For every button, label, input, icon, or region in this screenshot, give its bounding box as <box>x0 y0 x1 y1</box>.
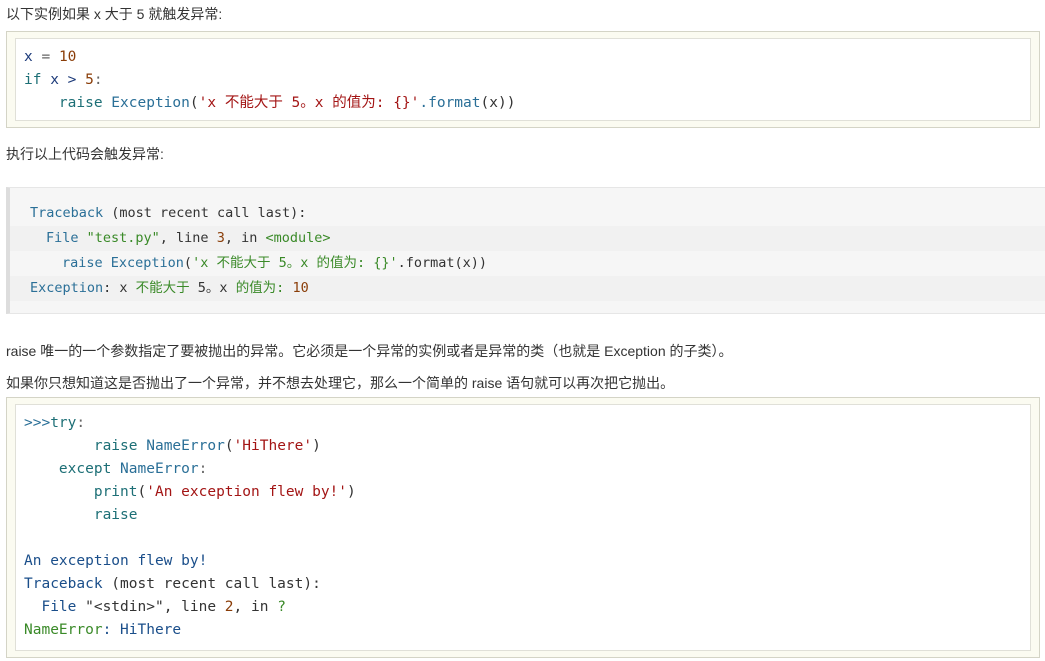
code-line: Traceback (most recent call last): <box>24 576 321 592</box>
traceback-line: Traceback (most recent call last): <box>30 205 307 221</box>
code-line: if x > 5: <box>24 72 103 88</box>
code-line: File "<stdin>", line 2, in ? <box>24 599 286 615</box>
code-line: except NameError: <box>58 461 208 477</box>
traceback-block: Traceback (most recent call last): File … <box>6 187 1045 314</box>
code-line: print('An exception flew by!') <box>93 484 356 500</box>
code-line: >>>try: <box>24 415 86 431</box>
code-block-1-content: x = 10 if x > 5: raise Exception('x 不能大于… <box>15 38 1031 121</box>
traceback-line: raise Exception('x 不能大于 5。x 的值为: {}'.for… <box>62 255 488 271</box>
code-line: raise <box>93 507 138 523</box>
code-block-2-content: >>>try: raise NameError('HiThere') excep… <box>15 404 1031 651</box>
intro-text: 以下实例如果 x 大于 5 就触发异常: <box>6 6 223 22</box>
description-text-1: raise 唯一的一个参数指定了要被抛出的异常。它必须是一个异常的实例或者是异常… <box>6 343 733 359</box>
code-line: raise NameError('HiThere') <box>93 438 321 454</box>
code-block-2: >>>try: raise NameError('HiThere') excep… <box>6 397 1040 658</box>
exec-text: 执行以上代码会触发异常: <box>6 146 164 162</box>
description-text-2: 如果你只想知道这是否抛出了一个异常，并不想去处理它，那么一个简单的 raise … <box>6 375 675 391</box>
code-line: An exception flew by! <box>24 553 208 569</box>
code-block-1: x = 10 if x > 5: raise Exception('x 不能大于… <box>6 31 1040 128</box>
code-line: NameError: HiThere <box>24 622 182 638</box>
traceback-line: Exception: x 不能大于 5。x 的值为: 10 <box>10 276 1045 301</box>
code-line: x = 10 <box>24 49 77 65</box>
traceback-line: File "test.py", line 3, in <module> <box>10 226 1045 251</box>
code-line: raise Exception('x 不能大于 5。x 的值为: {}'.for… <box>58 95 516 111</box>
